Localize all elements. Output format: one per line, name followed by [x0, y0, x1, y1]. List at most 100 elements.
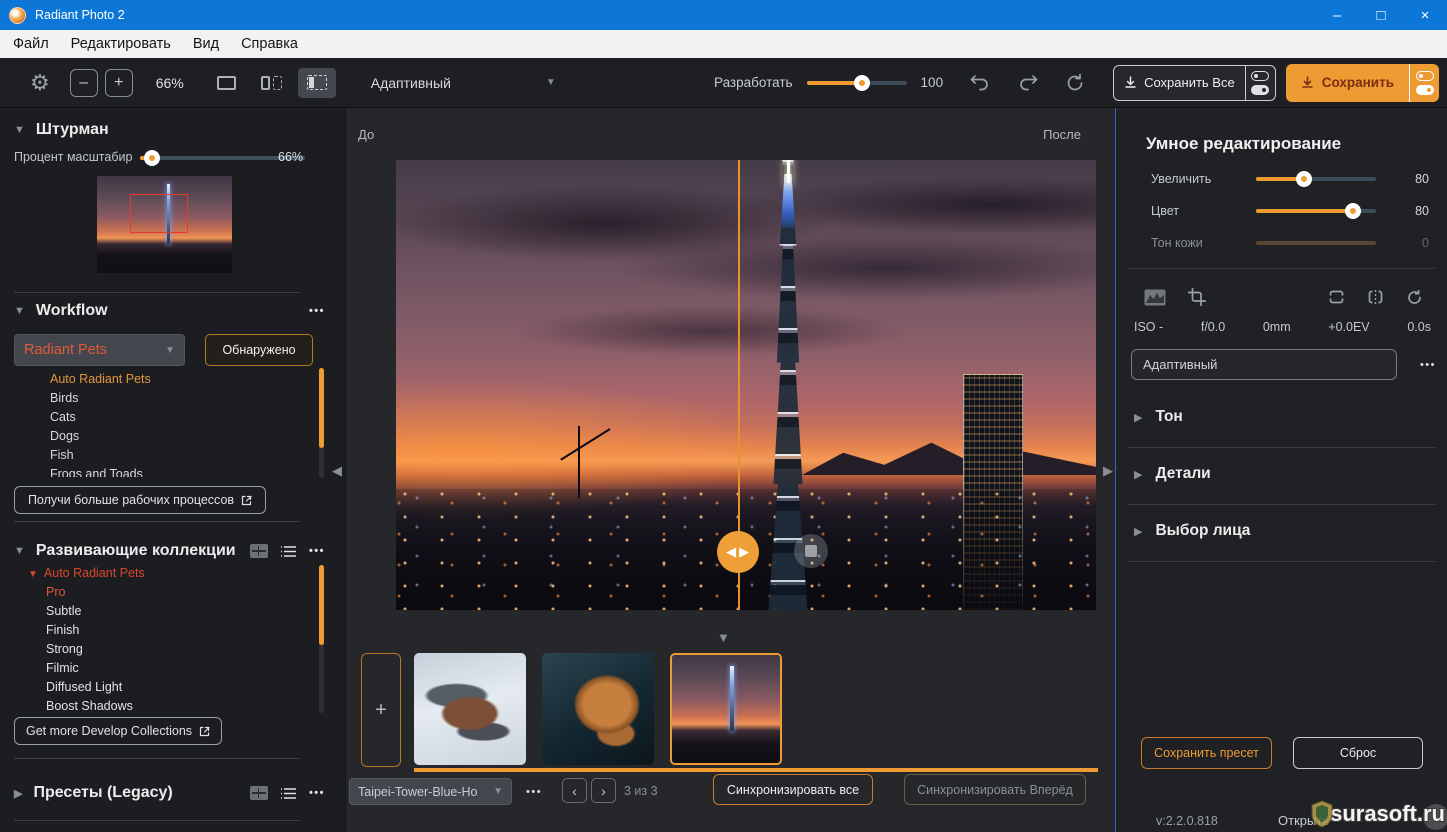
close-button[interactable]: × [1403, 0, 1447, 30]
divider [14, 820, 300, 821]
save-options-toggle[interactable] [1409, 64, 1439, 102]
save-all-options-toggle[interactable] [1245, 66, 1275, 100]
before-after-handle[interactable]: ◀ ▶ [717, 531, 759, 573]
menu-edit[interactable]: Редактировать [60, 36, 182, 52]
add-image-button[interactable]: + [361, 653, 401, 767]
redo-icon[interactable] [1017, 73, 1039, 93]
settings-gear-icon[interactable]: ⚙ [30, 72, 50, 94]
section-details[interactable]: ▶ Детали [1134, 465, 1211, 483]
photo-preview[interactable]: ◀ ▶ [396, 160, 1096, 610]
filmstrip-thumbnail-cat[interactable] [542, 653, 654, 765]
tree-item[interactable]: Diffused Light [0, 678, 316, 697]
single-view-icon [217, 76, 236, 90]
list-item[interactable]: Auto Radiant Pets [0, 370, 316, 389]
tree-item[interactable]: Pro [0, 583, 316, 602]
navigator-preview[interactable] [97, 176, 232, 273]
presets-section-header[interactable]: ▶ Пресеты (Legacy) ••• [14, 784, 325, 802]
navigator-zoom-value: 66% [278, 150, 303, 164]
minimize-button[interactable]: – [1315, 0, 1359, 30]
color-slider[interactable] [1256, 209, 1376, 213]
save-all-button[interactable]: Сохранить Все [1113, 65, 1276, 101]
list-view-icon[interactable] [280, 545, 297, 558]
sync-all-button[interactable]: Синхронизировать все [713, 774, 873, 805]
color-slider-label: Цвет [1151, 204, 1179, 218]
filmstrip-more-menu-icon[interactable]: ••• [526, 786, 542, 798]
zoom-in-button[interactable]: + [105, 69, 133, 97]
collapse-left-panel-arrow[interactable]: ◀ [332, 463, 342, 479]
list-item[interactable]: Dogs [0, 427, 316, 446]
enhance-slider[interactable] [1256, 177, 1376, 181]
menu-file[interactable]: Файл [2, 36, 60, 52]
detected-button[interactable]: Обнаружено [205, 334, 313, 366]
exif-exposure: +0.0EV [1328, 320, 1369, 334]
bird-thumbnail-image [414, 653, 526, 765]
maximize-button[interactable]: □ [1359, 0, 1403, 30]
focus-point-indicator[interactable] [794, 534, 828, 568]
reset-rotate-icon[interactable] [1065, 73, 1085, 93]
construction-crane [578, 426, 580, 498]
list-view-icon[interactable] [280, 787, 297, 800]
undo-icon[interactable] [969, 73, 991, 93]
list-item[interactable]: Frogs and Toads [0, 465, 316, 477]
mountains [802, 435, 1096, 476]
workflow-more-menu-icon[interactable]: ••• [309, 305, 325, 317]
sync-forward-button[interactable]: Синхронизировать Вперёд [904, 774, 1086, 805]
preset-name-input[interactable]: Адаптивный [1131, 349, 1397, 380]
save-preset-button[interactable]: Сохранить пресет [1141, 737, 1272, 769]
view-single-button[interactable] [208, 68, 246, 98]
workflow-dropdown[interactable]: Radiant Pets ▼ [14, 334, 185, 366]
tree-item[interactable]: Filmic [0, 659, 316, 678]
filmstrip-thumbnail-bird[interactable] [414, 653, 526, 765]
menu-view[interactable]: Вид [182, 36, 230, 52]
enhance-slider-label: Увеличить [1151, 172, 1211, 186]
collections-more-menu-icon[interactable]: ••• [309, 545, 325, 557]
flip-vertical-icon[interactable] [1328, 289, 1345, 305]
tree-item[interactable]: Subtle [0, 602, 316, 621]
toggle-off-icon [1416, 71, 1434, 81]
get-more-collections-button[interactable]: Get more Develop Collections [14, 717, 222, 745]
tree-item[interactable]: Finish [0, 621, 316, 640]
filmstrip-thumbnail-city-selected[interactable] [670, 653, 782, 765]
tree-group[interactable]: ▼Auto Radiant Pets [0, 563, 316, 583]
filename-dropdown[interactable]: Taipei-Tower-Blue-Ho ▼ [349, 778, 512, 805]
rotate-icon[interactable] [1406, 289, 1423, 306]
menu-help[interactable]: Справка [230, 36, 309, 52]
get-more-workflows-button[interactable]: Получи больше рабочих процессов [14, 486, 266, 514]
list-item[interactable]: Birds [0, 389, 316, 408]
next-image-button[interactable]: › [591, 778, 616, 803]
section-face-selection[interactable]: ▶ Выбор лица [1134, 522, 1250, 540]
previous-image-button[interactable]: ‹ [562, 778, 587, 803]
tree-item[interactable]: Boost Shadows [0, 697, 316, 716]
collapse-right-panel-arrow[interactable]: ▶ [1103, 463, 1113, 479]
view-split-button[interactable] [253, 68, 291, 98]
histogram-icon[interactable] [1144, 289, 1166, 306]
section-tone-label: Тон [1155, 408, 1182, 426]
collections-section-header[interactable]: ▼ Развивающие коллекции ••• [14, 542, 325, 560]
workflow-section-header[interactable]: ▼ Workflow ••• [14, 302, 325, 320]
workflow-scrollbar[interactable] [319, 368, 324, 478]
develop-slider[interactable] [807, 81, 907, 85]
list-item[interactable]: Fish [0, 446, 316, 465]
grid-view-icon[interactable] [250, 544, 268, 558]
save-button[interactable]: Сохранить [1286, 64, 1439, 102]
navigator-viewport-rect[interactable] [130, 194, 188, 233]
section-tone[interactable]: ▶ Тон [1134, 408, 1183, 426]
navigator-section-header[interactable]: ▼ Штурман [14, 121, 109, 139]
collapse-filmstrip-arrow[interactable]: ▼ [717, 630, 730, 645]
grid-view-icon[interactable] [250, 786, 268, 800]
presets-more-menu-icon[interactable]: ••• [309, 787, 325, 799]
zoom-out-button[interactable]: – [70, 69, 98, 97]
view-compare-button[interactable] [298, 68, 336, 98]
tree-item[interactable]: Strong [0, 640, 316, 659]
reset-button[interactable]: Сброс [1293, 737, 1423, 769]
view-preset-dropdown[interactable]: Адаптивный ▼ [371, 75, 556, 91]
skin-tone-slider[interactable] [1256, 241, 1376, 245]
save-label: Сохранить [1322, 75, 1394, 90]
flip-horizontal-icon[interactable] [1367, 289, 1384, 305]
list-item[interactable]: Cats [0, 408, 316, 427]
workflow-selected: Radiant Pets [24, 342, 107, 358]
cat-thumbnail-image [542, 653, 654, 765]
crop-icon[interactable] [1188, 288, 1206, 306]
preset-more-menu-icon[interactable]: ••• [1420, 359, 1436, 371]
collections-scrollbar[interactable] [319, 565, 324, 713]
